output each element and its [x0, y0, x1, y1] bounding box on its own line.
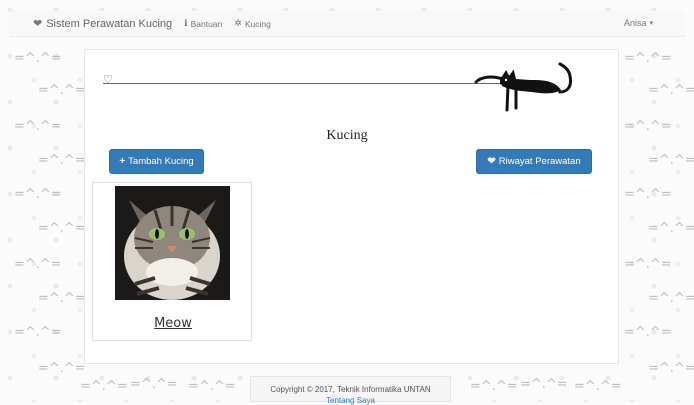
cat-doodle-icon: =^.^=	[38, 83, 86, 98]
info-icon: ℹ	[184, 18, 188, 28]
lying-cat-icon	[474, 62, 572, 112]
cat-name-link[interactable]: Meow	[93, 316, 253, 331]
cat-doodle-icon: =^.^=	[648, 153, 694, 168]
nav-link-label: Bantuan	[190, 18, 223, 29]
page-title: Kucing	[326, 128, 368, 143]
user-dropdown[interactable]: Anisa ▾	[624, 18, 653, 28]
cat-doodle-icon: =^.^=	[624, 325, 672, 340]
brand-label: Sistem Perawatan Kucing	[46, 17, 173, 30]
heart-paw-icon: ❤	[33, 18, 43, 30]
heart-outline-icon: ♡	[103, 73, 113, 86]
top-navbar: ❤ Sistem Perawatan Kucing ℹ Bantuan ✲ Ku…	[9, 11, 685, 37]
cat-doodle-icon: =^.^=	[14, 187, 62, 202]
nav-link-bantuan[interactable]: ℹ Bantuan	[184, 18, 222, 29]
cat-doodle-icon: =^.^=	[624, 257, 672, 272]
cat-doodle-icon: =^.^=	[38, 361, 86, 376]
care-history-label: Riwayat Perawatan	[498, 156, 581, 167]
cat-doodle-icon: =^.^=	[520, 377, 568, 392]
caret-down-icon: ▾	[649, 20, 653, 27]
cat-doodle-icon: =^.^=	[14, 51, 62, 66]
footer-copyright: Copyright © 2017, Teknik Informatika UNT…	[270, 385, 431, 394]
user-name: Anisa	[623, 18, 647, 28]
heart-paw-icon: ❤	[487, 156, 496, 167]
nav-link-kucing[interactable]: ✲ Kucing	[234, 18, 271, 29]
cat-doodle-icon: =^.^=	[38, 221, 86, 236]
footer: Copyright © 2017, Teknik Informatika UNT…	[250, 376, 451, 405]
cat-photo[interactable]	[115, 186, 230, 300]
add-cat-label: Tambah Kucing	[128, 156, 194, 167]
cat-doodle-icon: =^.^=	[574, 379, 622, 394]
cat-icon: ✲	[234, 18, 242, 28]
nav-link-label: Kucing	[244, 18, 271, 29]
cat-doodle-icon: =^.^=	[14, 325, 62, 340]
cat-doodle-icon: =^.^=	[648, 361, 694, 376]
plus-icon: +	[119, 156, 126, 167]
cat-doodle-icon: =^.^=	[188, 379, 236, 394]
footer-about-link[interactable]: Tentang Saya	[251, 396, 450, 405]
cat-doodle-icon: =^.^=	[130, 377, 178, 392]
cat-doodle-icon: =^.^=	[14, 257, 62, 272]
cat-card[interactable]: Meow	[92, 182, 252, 341]
cat-doodle-icon: =^.^=	[470, 379, 518, 394]
cat-doodle-icon: =^.^=	[38, 153, 86, 168]
header-divider	[103, 83, 519, 84]
cat-doodle-icon: =^.^=	[648, 291, 694, 306]
cat-doodle-icon: =^.^=	[648, 221, 694, 236]
cat-doodle-icon: =^.^=	[624, 51, 672, 66]
brand-link[interactable]: ❤ Sistem Perawatan Kucing	[33, 17, 173, 31]
cat-doodle-icon: =^.^=	[38, 291, 86, 306]
care-history-button[interactable]: ❤ Riwayat Perawatan	[476, 149, 592, 174]
cat-doodle-icon: =^.^=	[80, 379, 128, 394]
cat-doodle-icon: =^.^=	[648, 83, 694, 98]
add-cat-button[interactable]: + Tambah Kucing	[109, 149, 204, 174]
cat-doodle-icon: =^.^=	[624, 187, 672, 202]
